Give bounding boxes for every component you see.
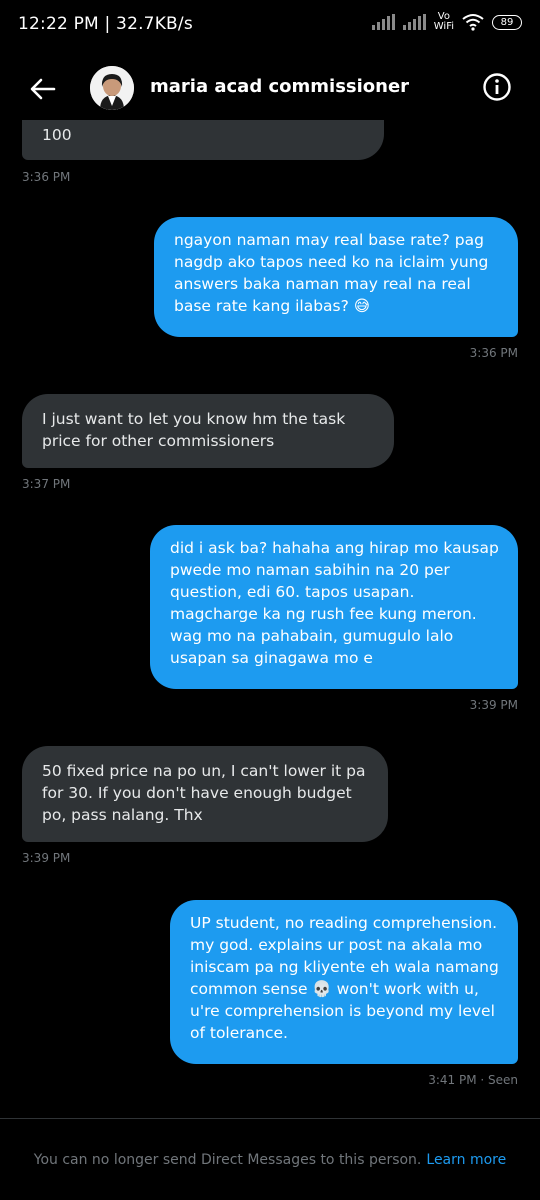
message-bubble-sent[interactable]: did i ask ba? hahaha ang hirap mo kausap… <box>150 525 518 689</box>
message-bubble-received[interactable]: I just want to let you know hm the task … <box>22 394 394 468</box>
message-timestamp: 3:37 PM <box>22 477 71 491</box>
contact-name[interactable]: maria acad commissioner <box>150 76 409 97</box>
message-timestamp: 3:36 PM <box>22 170 71 184</box>
message-bubble-sent[interactable]: ngayon naman may real base rate? pag nag… <box>154 217 518 337</box>
learn-more-link[interactable]: Learn more <box>426 1152 506 1168</box>
wifi-icon <box>462 14 484 31</box>
message-bubble-received[interactable]: 50 fixed price na po un, I can't lower i… <box>22 746 388 842</box>
dm-disabled-text: You can no longer send Direct Messages t… <box>33 1151 422 1168</box>
signal-icon <box>371 14 395 30</box>
avatar-image <box>90 66 134 110</box>
message-timestamp-seen: 3:41 PM · Seen <box>428 1073 518 1087</box>
status-bar: 12:22 PM | 32.7KB/s Vo WiFi 89 <box>0 0 540 52</box>
conversation-header: maria acad commissioner <box>0 58 540 120</box>
back-arrow-icon <box>30 78 56 100</box>
battery-icon: 89 <box>492 14 522 30</box>
signal-icon <box>402 14 426 30</box>
message-bubble-received[interactable]: 100 <box>22 120 384 160</box>
status-icons: Vo WiFi 89 <box>371 11 522 32</box>
message-list[interactable]: 100 3:36 PM ngayon naman may real base r… <box>0 120 540 1116</box>
status-time-speed: 12:22 PM | 32.7KB/s <box>18 14 193 34</box>
vowifi-icon: Vo WiFi <box>433 11 454 32</box>
back-button[interactable] <box>26 72 60 106</box>
message-timestamp: 3:39 PM <box>22 851 71 865</box>
message-timestamp: 3:36 PM <box>469 346 518 360</box>
dm-disabled-notice: You can no longer send Direct Messages t… <box>0 1118 540 1200</box>
info-button[interactable] <box>482 72 512 102</box>
message-timestamp: 3:39 PM <box>469 698 518 712</box>
info-icon <box>483 73 511 101</box>
message-bubble-sent[interactable]: UP student, no reading comprehension. my… <box>170 900 518 1064</box>
avatar[interactable] <box>90 66 134 110</box>
